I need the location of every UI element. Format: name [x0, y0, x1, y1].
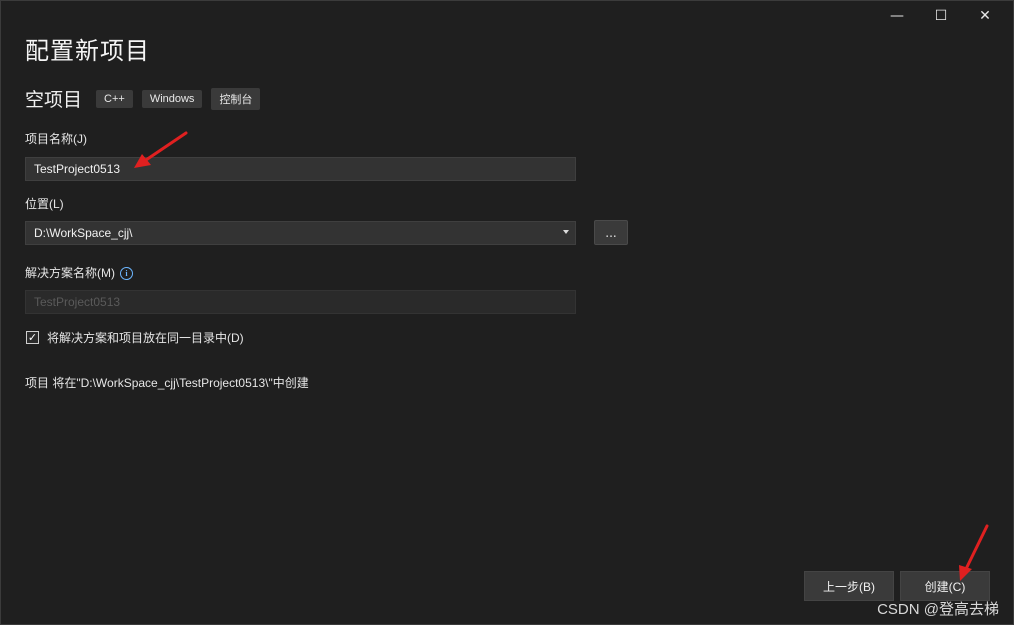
tag-project-type: 控制台: [211, 87, 261, 110]
dialog-window: — ☐ ✕ 配置新项目 空项目 C++ Windows 控制台 项目名称(J) …: [0, 0, 1014, 625]
titlebar-controls: — ☐ ✕: [875, 5, 1007, 27]
tag-language: C++: [96, 89, 133, 108]
template-name: 空项目: [25, 89, 83, 111]
maximize-icon: ☐: [934, 8, 948, 24]
watermark: CSDN @登高去梯: [877, 601, 999, 618]
minimize-button[interactable]: —: [875, 5, 919, 27]
checkmark-icon: ✓: [27, 331, 38, 344]
same-directory-checkbox[interactable]: ✓: [26, 331, 39, 344]
location-value: D:\WorkSpace_cjj\: [34, 226, 133, 240]
tag-platform: Windows: [141, 89, 203, 108]
maximize-button[interactable]: ☐: [919, 5, 963, 27]
solution-name-label: 解决方案名称(M): [25, 266, 115, 280]
location-select[interactable]: D:\WorkSpace_cjj\: [25, 221, 576, 245]
back-button[interactable]: 上一步(B): [804, 571, 894, 601]
solution-name-input: TestProject0513: [25, 290, 576, 314]
project-name-input[interactable]: TestProject0513: [25, 157, 576, 181]
same-directory-option[interactable]: ✓ 将解决方案和项目放在同一目录中(D): [26, 329, 244, 346]
template-header: 空项目 C++ Windows 控制台: [25, 85, 269, 112]
location-label: 位置(L): [25, 197, 64, 211]
page-title: 配置新项目: [25, 37, 150, 65]
browse-button[interactable]: ...: [594, 220, 628, 245]
close-icon: ✕: [979, 8, 991, 24]
solution-name-label-row: 解决方案名称(M) i: [25, 264, 133, 281]
close-button[interactable]: ✕: [963, 5, 1007, 27]
creation-path-note: 项目 将在"D:\WorkSpace_cjj\TestProject0513\"…: [25, 376, 309, 390]
create-button[interactable]: 创建(C): [900, 571, 990, 601]
info-icon[interactable]: i: [120, 267, 133, 281]
same-directory-label[interactable]: 将解决方案和项目放在同一目录中(D): [47, 329, 244, 346]
project-name-label: 项目名称(J): [25, 132, 87, 146]
chevron-down-icon[interactable]: [563, 230, 569, 234]
minimize-icon: —: [890, 8, 904, 24]
